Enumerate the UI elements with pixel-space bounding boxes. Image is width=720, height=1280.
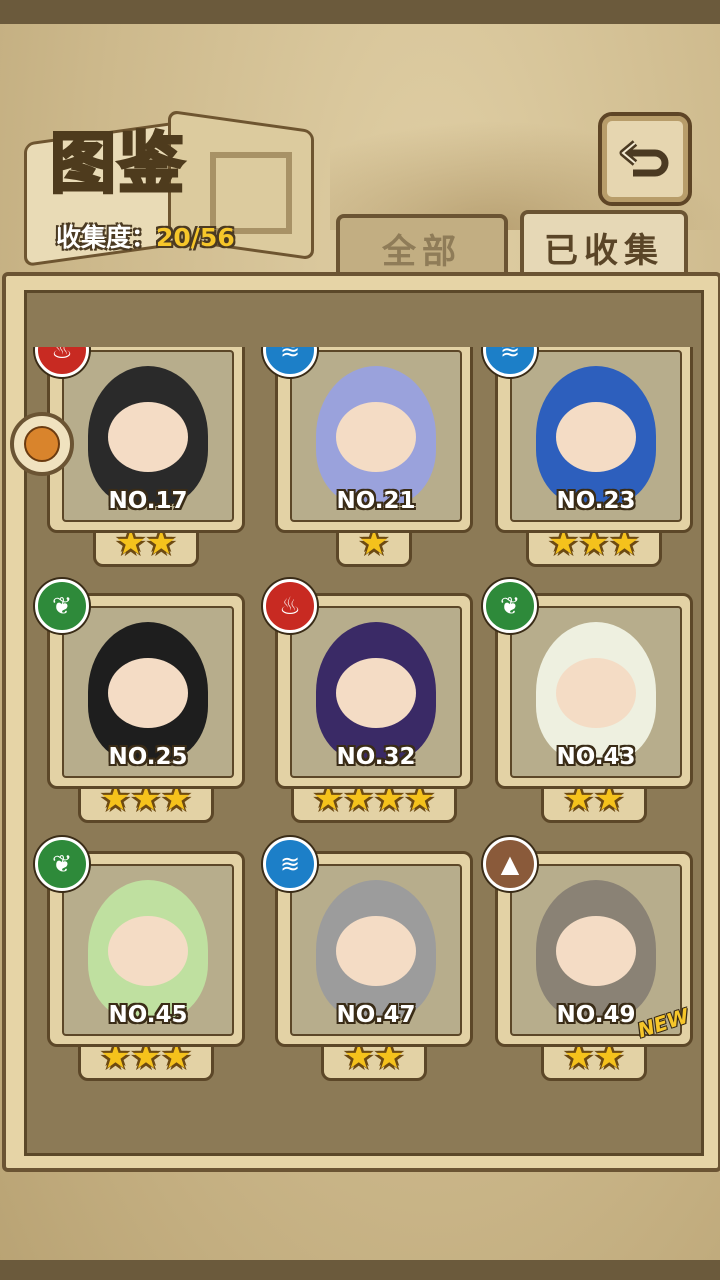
character-portrait: NO.49	[510, 864, 682, 1036]
character-face	[556, 658, 636, 728]
card-number: NO.45	[108, 1002, 188, 1028]
character-face	[336, 402, 416, 472]
character-face	[336, 916, 416, 986]
card-number: NO.25	[108, 744, 188, 770]
character-portrait: NO.23	[510, 350, 682, 522]
character-face	[336, 658, 416, 728]
collection-progress: 收集度：20/56	[56, 218, 235, 254]
side-tag-button[interactable]	[10, 412, 74, 476]
character-portrait: NO.47	[290, 864, 462, 1036]
collection-panel: ★★ NO.17 ♨ ★ NO.21 ≋ ★★★ NO.23 ≋ ★★★ NO.25 ❦ ★★★★ NO.…	[2, 272, 720, 1172]
leaf-element-icon: ❦	[35, 837, 89, 891]
page-title: 图鉴	[49, 123, 186, 204]
fire-element-icon: ♨	[263, 579, 317, 633]
character-card[interactable]: ★★★ NO.45 ❦	[35, 837, 245, 1085]
character-face	[108, 916, 188, 986]
character-face	[556, 402, 636, 472]
card-number: NO.23	[556, 488, 636, 514]
character-card[interactable]: ★★ NO.17 ♨	[35, 347, 245, 571]
return-arrow-icon	[619, 140, 669, 177]
card-frame: NO.17	[47, 347, 245, 533]
tag-icon	[24, 426, 60, 462]
card-grid[interactable]: ★★ NO.17 ♨ ★ NO.21 ≋ ★★★ NO.23 ≋ ★★★ NO.25 ❦ ★★★★ NO.…	[27, 347, 701, 1137]
character-portrait: NO.25	[62, 606, 234, 778]
character-face	[108, 658, 188, 728]
character-card[interactable]: ★★★ NO.23 ≋	[483, 347, 693, 571]
card-grid-area: ★★ NO.17 ♨ ★ NO.21 ≋ ★★★ NO.23 ≋ ★★★ NO.25 ❦ ★★★★ NO.…	[24, 290, 704, 1156]
back-button[interactable]	[598, 112, 692, 206]
earth-element-icon: ▲	[483, 837, 537, 891]
character-card[interactable]: ★★★ NO.25 ❦	[35, 579, 245, 827]
collection-label: 收集度：	[56, 223, 157, 252]
card-number: NO.47	[336, 1002, 416, 1028]
character-card[interactable]: ★ NO.21 ≋	[263, 347, 473, 571]
character-face	[108, 402, 188, 472]
character-portrait: NO.43	[510, 606, 682, 778]
character-portrait: NO.17	[62, 350, 234, 522]
character-card[interactable]: ★★★★ NO.32 ♨	[263, 579, 473, 827]
leaf-element-icon: ❦	[483, 579, 537, 633]
card-number: NO.17	[108, 488, 188, 514]
character-portrait: NO.45	[62, 864, 234, 1036]
character-portrait: NO.32	[290, 606, 462, 778]
torn-edge-bottom	[0, 1260, 720, 1280]
character-card[interactable]: ★★ NO.49 ▲ NEW	[483, 837, 693, 1085]
collection-value: 20/56	[156, 223, 235, 252]
character-card[interactable]: ★★ NO.43 ❦	[483, 579, 693, 827]
character-portrait: NO.21	[290, 350, 462, 522]
card-number: NO.43	[556, 744, 636, 770]
card-number: NO.21	[336, 488, 416, 514]
card-frame: NO.21	[275, 347, 473, 533]
character-card[interactable]: ★★ NO.47 ≋	[263, 837, 473, 1085]
water-element-icon: ≋	[263, 837, 317, 891]
character-face	[556, 916, 636, 986]
tab-all[interactable]: 全部	[336, 214, 508, 278]
tab-collected[interactable]: 已收集	[520, 210, 688, 280]
torn-edge-top	[0, 0, 720, 24]
leaf-element-icon: ❦	[35, 579, 89, 633]
card-frame: NO.23	[495, 347, 693, 533]
card-number: NO.32	[336, 744, 416, 770]
